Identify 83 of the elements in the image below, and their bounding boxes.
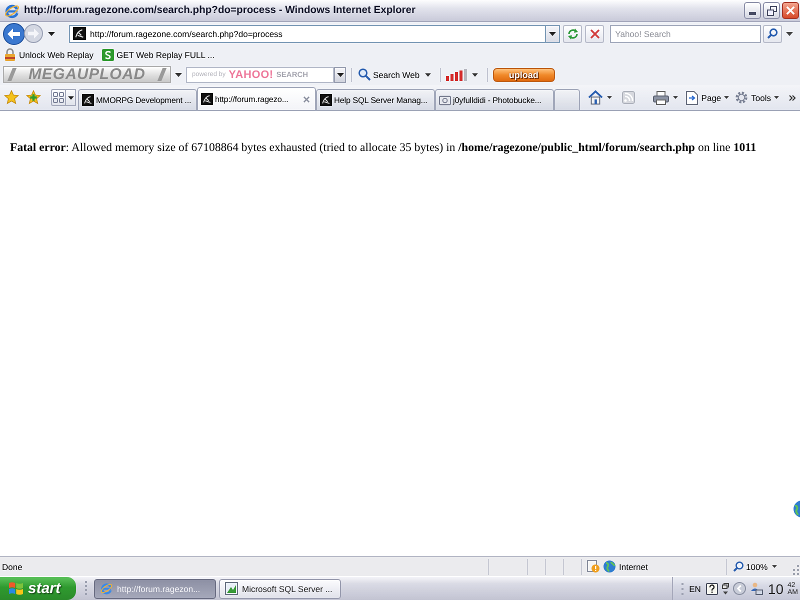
caret-icon[interactable]	[472, 72, 478, 76]
dropdown-button[interactable]	[334, 66, 346, 82]
caret-icon[interactable]	[175, 72, 182, 76]
stop-button[interactable]	[585, 24, 604, 42]
site-icon	[73, 27, 86, 40]
caret-icon[interactable]	[673, 96, 678, 99]
page-icon	[686, 90, 698, 104]
caret-icon	[336, 72, 344, 76]
caret-icon	[724, 96, 730, 99]
globe-icon[interactable]	[793, 500, 800, 518]
windows-logo-icon	[8, 581, 24, 596]
help-icon[interactable]	[706, 582, 718, 594]
browser-logo-icon	[100, 582, 113, 595]
security-zone: Internet	[619, 562, 648, 572]
start-button[interactable]: start	[0, 577, 76, 600]
photo-frame-icon	[439, 94, 451, 106]
language-indicator[interactable]: EN	[688, 584, 702, 594]
site-icon	[320, 94, 332, 106]
toolbar-grip-icon[interactable]	[681, 582, 684, 596]
site-tile-icon	[102, 48, 114, 60]
restore-icon	[766, 6, 776, 16]
caret-icon[interactable]	[48, 32, 55, 36]
shield-warning-icon[interactable]	[587, 560, 600, 573]
back-icon[interactable]	[3, 22, 25, 44]
minimize-icon	[749, 12, 756, 15]
search-icon	[358, 68, 371, 81]
chevron-circle-icon[interactable]	[732, 582, 746, 595]
zoom-icon	[733, 561, 744, 572]
window-arrow-icon[interactable]	[722, 582, 729, 594]
close-icon[interactable]	[303, 96, 310, 102]
window-title: http://forum.ragezone.com/search.php?do=process - Windows Internet Explorer	[24, 5, 417, 16]
browser-tab[interactable]: http://forum.ragezo...	[197, 87, 316, 110]
stop-icon	[590, 28, 600, 38]
caret-icon[interactable]	[772, 565, 777, 568]
browser-tab[interactable]: MMORPG Development ...	[78, 89, 197, 110]
favorites-link[interactable]: Unlock Web Replay	[4, 48, 94, 61]
toolbar-menu-button[interactable]: Tools	[733, 91, 781, 104]
quick-tabs-button[interactable]	[51, 89, 66, 106]
toolbar-menu-button[interactable]: Page	[684, 90, 732, 104]
refresh-button[interactable]	[563, 24, 582, 42]
dropdown-button[interactable]	[546, 24, 560, 42]
padlock-icon	[4, 48, 16, 61]
search-web-button[interactable]: Search Web	[357, 68, 421, 81]
restore-button[interactable]	[763, 2, 780, 19]
gear-icon	[735, 91, 748, 104]
site-icon	[201, 93, 213, 105]
toolbar-grip-icon[interactable]	[84, 580, 88, 598]
search-icon	[767, 28, 778, 39]
app-icon	[225, 582, 238, 595]
grid-icon	[53, 92, 64, 103]
close-icon	[786, 6, 795, 15]
caret-icon[interactable]	[424, 72, 431, 76]
clock-hour: 10	[768, 580, 784, 596]
signal-bars-icon[interactable]	[446, 68, 468, 80]
minimize-button[interactable]	[744, 2, 761, 19]
yahoo-logo: YAHOO!	[228, 68, 274, 80]
globe-icon	[603, 560, 616, 573]
close-button[interactable]	[782, 2, 799, 19]
browser-logo-icon	[4, 2, 20, 18]
search-button[interactable]	[763, 24, 782, 42]
caret-icon[interactable]	[786, 32, 793, 36]
zoom-button[interactable]: 100%	[733, 561, 768, 572]
browser-tab[interactable]: j0yfulldidi - Photobucke...	[435, 89, 554, 110]
resize-grip-icon[interactable]	[793, 565, 799, 575]
tab-list-button[interactable]	[66, 89, 76, 106]
caret-icon[interactable]	[607, 96, 612, 99]
chevron-icon[interactable]	[789, 94, 796, 100]
home-icon[interactable]	[588, 90, 604, 105]
refresh-icon	[566, 28, 579, 40]
star-plus-icon[interactable]	[26, 90, 41, 105]
error-message: Fatal error: Allowed memory size of 67108864 bytes exhausted (tried to allocate 35 bytes) in /home/ragezone/public_html/forum/search.php on line 1011	[10, 140, 758, 155]
caret-icon	[68, 96, 74, 100]
printer-icon[interactable]	[653, 90, 670, 104]
computer-user-icon[interactable]	[750, 582, 763, 595]
star-icon[interactable]	[4, 90, 19, 105]
address-field[interactable]: http://forum.ragezone.com/search.php?do=process	[69, 24, 546, 42]
site-icon	[82, 94, 94, 106]
status-text: Done	[1, 562, 24, 572]
caret-icon	[774, 96, 779, 99]
caret-icon	[548, 32, 556, 36]
browser-tab[interactable]: Help SQL Server Manag...	[316, 89, 435, 110]
favorites-link[interactable]: GET Web Replay FULL ...	[102, 48, 215, 60]
taskbar-button[interactable]: Microsoft SQL Server ...	[219, 578, 341, 598]
